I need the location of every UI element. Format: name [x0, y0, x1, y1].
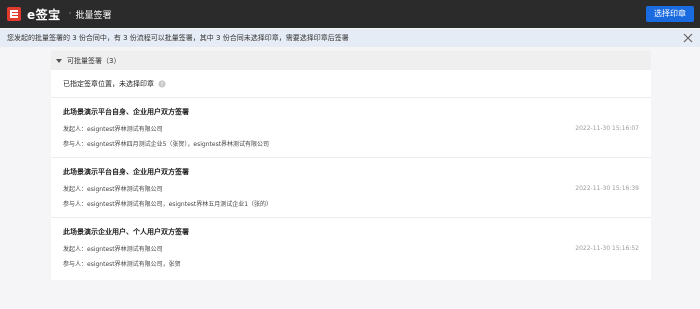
contract-time: 2022-11-30 15:16:52	[575, 245, 639, 252]
title-separator: ·	[68, 9, 72, 19]
contract-initiator: 发起人：esigntest界林测试有限公司	[63, 186, 163, 193]
notice-text: 您发起的批量签署的 3 份合同中，有 3 份流程可以批量签署，其中 3 份合同未…	[7, 34, 349, 42]
contract-item[interactable]: 此场景演示平台自身、企业用户双方签署 发起人：esigntest界林测试有限公司…	[51, 158, 651, 218]
help-icon[interactable]: ?	[158, 79, 166, 88]
contract-title: 此场景演示平台自身、企业用户双方签署	[63, 108, 189, 116]
contract-title: 此场景演示企业用户、个人用户双方签署	[63, 228, 189, 236]
contract-initiator: 发起人：esigntest界林测试有限公司	[63, 246, 163, 253]
contract-time: 2022-11-30 15:16:07	[575, 125, 639, 132]
contract-participants: 参与人：esigntest界林测试有限公司，张贺	[63, 261, 181, 268]
caret-down-icon[interactable]	[56, 58, 62, 63]
contract-title: 此场景演示平台自身、企业用户双方签署	[63, 168, 189, 176]
group-sub-label: 已指定签章位置，未选择印章	[63, 79, 154, 88]
close-icon[interactable]	[682, 32, 694, 44]
contract-participants: 参与人：esigntest界林四月测试企业5（张贺），esigntest界林测试…	[63, 141, 270, 148]
page-title: 批量签署	[75, 10, 112, 21]
group-label: 可批量签署（3）	[67, 56, 121, 65]
contract-time: 2022-11-30 15:16:39	[575, 185, 639, 192]
group-subheader: 已指定签章位置，未选择印章 ?	[51, 70, 651, 98]
group-header[interactable]: 可批量签署（3）	[51, 51, 651, 70]
svg-text:?: ?	[161, 82, 164, 88]
app-logo[interactable]: e签宝	[7, 6, 61, 23]
contract-initiator: 发起人：esigntest界林测试有限公司	[63, 126, 163, 133]
contract-panel: 可批量签署（3） 已指定签章位置，未选择印章 ? 此场景演示平台自身、企业用户双…	[51, 51, 651, 280]
contract-participants: 参与人：esigntest界林测试有限公司，esigntest界林五月测试企业1…	[63, 201, 273, 208]
notice-banner: 您发起的批量签署的 3 份合同中，有 3 份流程可以批量签署，其中 3 份合同未…	[0, 29, 700, 47]
choose-seal-button[interactable]: 选择印章	[646, 6, 694, 22]
logo-text: e签宝	[27, 7, 61, 22]
esign-logo-icon	[7, 7, 21, 21]
contract-item[interactable]: 此场景演示平台自身、企业用户双方签署 发起人：esigntest界林测试有限公司…	[51, 98, 651, 158]
contract-item[interactable]: 此场景演示企业用户、个人用户双方签署 发起人：esigntest界林测试有限公司…	[51, 218, 651, 278]
top-bar: e签宝 · 批量签署 选择印章	[0, 0, 700, 28]
